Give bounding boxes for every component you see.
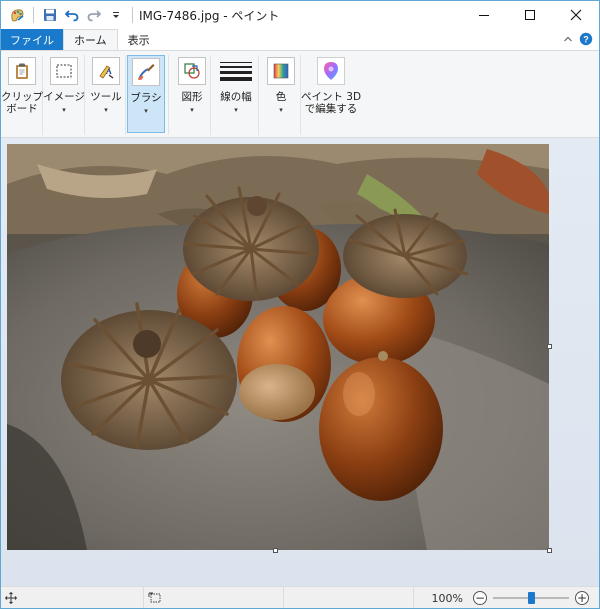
quick-access-toolbar: IMG-7486.jpg - ペイント	[1, 1, 279, 29]
zoom-out-button[interactable]: −	[473, 591, 487, 605]
help-icon[interactable]: ?	[579, 32, 593, 49]
select-icon	[50, 57, 78, 85]
ribbon-tabs: ファイル ホーム 表示 ?	[1, 29, 599, 51]
tools-button[interactable]: A ツール ▾	[88, 55, 124, 133]
title-separator-2	[132, 7, 133, 23]
clipboard-button[interactable]: クリップ ボード	[1, 55, 43, 133]
shapes-button[interactable]: 図形 ▾	[174, 55, 210, 133]
zoom-controls: 100% − +	[431, 587, 589, 608]
clipboard-label: クリップ ボード	[1, 91, 43, 115]
redo-icon[interactable]	[84, 5, 104, 25]
save-icon[interactable]	[40, 5, 60, 25]
acorn-front-middle	[237, 306, 331, 422]
shapes-label: 図形	[181, 91, 203, 103]
tools-icon: A	[92, 57, 120, 85]
zoom-slider[interactable]	[493, 591, 569, 605]
resize-handle-corner[interactable]	[547, 548, 552, 553]
group-paint3d: ペイント 3D で編集する	[301, 55, 361, 135]
edit-with-paint3d-button[interactable]: ペイント 3D で編集する	[301, 55, 361, 133]
shapes-dropdown-icon: ▾	[190, 106, 194, 114]
zoom-in-button[interactable]: +	[575, 591, 589, 605]
status-bar: 100% − +	[1, 586, 599, 608]
paint-app-icon[interactable]	[7, 5, 27, 25]
clipboard-icon	[8, 57, 36, 85]
window-controls	[461, 1, 599, 29]
brush-label: ブラシ	[130, 92, 162, 104]
colors-button[interactable]: 色 ▾	[263, 55, 299, 133]
minimize-button[interactable]	[461, 1, 507, 29]
colors-label: 色	[275, 91, 287, 103]
paint3d-label: ペイント 3D で編集する	[300, 91, 362, 115]
customize-dropdown-icon[interactable]	[106, 5, 126, 25]
close-icon	[570, 9, 582, 21]
group-tools: A ツール ▾	[86, 55, 126, 135]
move-cursor-icon	[5, 591, 17, 604]
zoom-slider-thumb[interactable]	[528, 592, 535, 604]
collapse-ribbon-icon[interactable]	[563, 34, 573, 47]
colors-dropdown-icon: ▾	[279, 106, 283, 114]
color-palette-icon	[267, 57, 295, 85]
image-dropdown-icon: ▾	[62, 106, 66, 114]
title-separator	[33, 7, 34, 23]
group-brushes: ブラシ ▾	[127, 55, 169, 135]
tab-view[interactable]: 表示	[118, 29, 160, 51]
group-clipboard: クリップ ボード	[1, 55, 43, 135]
tab-home[interactable]: ホーム	[63, 29, 118, 51]
ribbon-home: クリップ ボード イメージ ▾ A ツール ▾ ブラシ ▾ 図形 ▾ 線の幅 ▾…	[1, 50, 599, 138]
tools-dropdown-icon: ▾	[104, 106, 108, 114]
image-label: イメージ	[43, 91, 85, 103]
window-title: IMG-7486.jpg - ペイント	[139, 8, 280, 23]
selection-size-cell	[144, 586, 284, 608]
acorns-photo	[7, 144, 549, 550]
group-shapes: 図形 ▾	[173, 55, 211, 135]
resize-handle-bottom[interactable]	[273, 548, 278, 553]
group-width: 線の幅 ▾	[213, 55, 259, 135]
title-bar: IMG-7486.jpg - ペイント	[1, 1, 599, 29]
selection-size-icon	[148, 592, 161, 602]
close-button[interactable]	[553, 1, 599, 29]
resize-handle-right[interactable]	[547, 344, 552, 349]
cursor-position-cell	[1, 586, 144, 608]
maximize-icon	[525, 10, 535, 20]
maximize-button[interactable]	[507, 1, 553, 29]
ribbon-controls: ?	[563, 29, 593, 51]
svg-text:?: ?	[583, 34, 589, 44]
shapes-icon	[178, 57, 206, 85]
line-width-icon	[220, 57, 252, 85]
zoom-percent: 100%	[431, 591, 463, 605]
minimize-icon	[479, 15, 489, 16]
image-size-cell	[284, 586, 414, 608]
width-button[interactable]: 線の幅 ▾	[216, 55, 256, 133]
undo-icon[interactable]	[62, 5, 82, 25]
group-image: イメージ ▾	[43, 55, 85, 135]
group-colors: 色 ▾	[261, 55, 301, 135]
svg-text:A: A	[106, 67, 112, 76]
paint-window: IMG-7486.jpg - ペイント ファイル ホーム 表示 ? クリップ ボ…	[0, 0, 600, 609]
tab-file[interactable]: ファイル	[1, 29, 63, 51]
image-button[interactable]: イメージ ▾	[43, 55, 85, 133]
brush-dropdown-icon: ▾	[144, 107, 148, 115]
paint3d-icon	[317, 57, 345, 85]
canvas-area[interactable]	[1, 138, 599, 586]
brush-button[interactable]: ブラシ ▾	[127, 55, 165, 133]
brush-icon	[132, 58, 160, 86]
width-dropdown-icon: ▾	[234, 106, 238, 114]
tools-label: ツール	[90, 91, 122, 103]
photo-canvas[interactable]	[7, 144, 549, 550]
width-label: 線の幅	[220, 91, 252, 103]
